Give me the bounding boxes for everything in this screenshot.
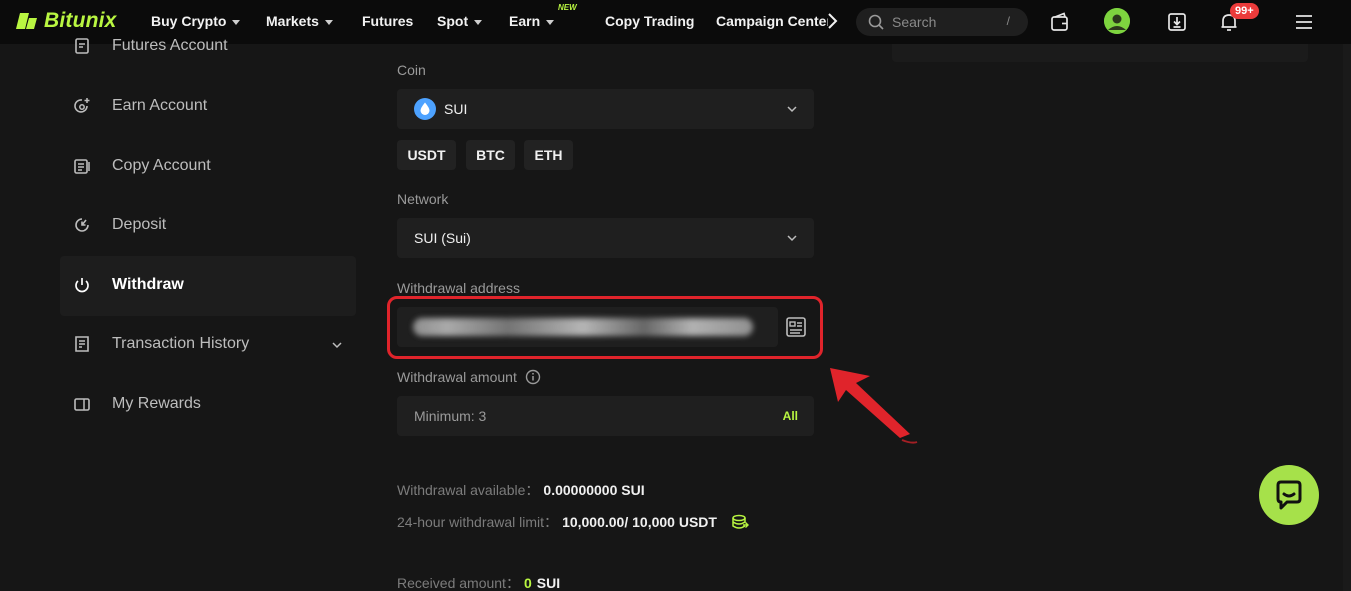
futures-account-icon — [75, 38, 89, 54]
withdrawal-amount-label: Withdrawal amount — [397, 369, 517, 385]
nav-campaign-center[interactable]: Campaign Center — [716, 13, 828, 29]
sidebar-item-label: Withdraw — [112, 276, 184, 293]
info-icon[interactable] — [525, 369, 541, 385]
withdrawal-address-label: Withdrawal address — [397, 280, 520, 296]
sidebar-item-label: Futures Account — [112, 37, 228, 54]
withdrawal-limit-row: 24-hour withdrawal limit： 10,000.00/ 10,… — [397, 512, 749, 532]
sidebar-item-my-rewards[interactable]: My Rewards — [72, 394, 201, 414]
chevron-down-icon — [787, 106, 797, 113]
sidebar-item-withdraw[interactable]: Withdraw — [72, 275, 184, 295]
coin-label: Coin — [397, 62, 426, 78]
sui-coin-icon — [414, 98, 436, 120]
chat-support-button[interactable] — [1259, 465, 1319, 525]
nav-spot[interactable]: Spot — [437, 13, 483, 29]
caret-down-icon — [474, 19, 483, 25]
search-shortcut: / — [1006, 14, 1010, 28]
received-amount-row: Received amount： 0 SUI — [397, 573, 560, 591]
coin-value: SUI — [444, 101, 468, 117]
network-label: Network — [397, 191, 449, 207]
red-arrow-annotation — [830, 368, 918, 444]
copy-account-icon — [74, 159, 90, 174]
available-label: Withdrawal available： — [397, 482, 540, 498]
new-badge: NEW — [558, 3, 577, 12]
chevron-right-icon[interactable] — [826, 12, 840, 30]
page-scrollbar[interactable] — [1343, 44, 1351, 591]
sidebar-item-label: Deposit — [112, 216, 167, 233]
search-box[interactable]: Search / — [856, 8, 1028, 36]
sidebar-item-label: Earn Account — [112, 97, 208, 114]
sidebar-item-transaction-history[interactable]: Transaction History — [72, 334, 249, 354]
my-rewards-icon — [74, 398, 90, 411]
nav-earn[interactable]: Earn — [509, 13, 555, 29]
download-icon[interactable] — [1166, 11, 1188, 33]
available-value: 0.00000000 SUI — [543, 482, 645, 498]
nav-label: Spot — [437, 13, 469, 29]
sidebar-item-label: Copy Account — [112, 157, 211, 174]
user-avatar[interactable] — [1104, 8, 1130, 34]
received-label: Received amount： — [397, 575, 520, 591]
wallet-icon[interactable] — [1049, 11, 1071, 33]
brand-name: Bitunix — [44, 9, 117, 32]
received-value: 0 — [523, 575, 532, 591]
network-select[interactable]: SUI (Sui) — [397, 218, 814, 258]
sidebar-item-deposit[interactable]: Deposit — [72, 215, 166, 235]
limit-value: 10,000.00/ 10,000 USDT — [562, 514, 717, 530]
chat-icon — [1276, 480, 1302, 510]
nav-label: Copy Trading — [605, 13, 695, 29]
network-value: SUI (Sui) — [414, 230, 471, 246]
sidebar-item-label: Transaction History — [112, 335, 250, 352]
bitunix-logo-icon — [16, 13, 37, 29]
avatar-image — [1104, 8, 1130, 34]
highlight-box — [387, 296, 823, 359]
sidebar-item-earn-account[interactable]: Earn Account — [72, 96, 207, 116]
earn-account-icon — [74, 98, 90, 113]
all-button[interactable]: All — [783, 409, 798, 423]
chevron-down-icon — [787, 235, 797, 242]
sidebar-item-label: My Rewards — [112, 395, 201, 412]
nav-label: Earn — [509, 13, 541, 29]
nav-copy-trading[interactable]: Copy Trading — [605, 13, 694, 29]
transaction-history-icon — [75, 336, 89, 352]
nav-futures[interactable]: Futures — [362, 13, 413, 29]
bitunix-logo[interactable]: Bitunix — [16, 9, 117, 33]
quick-coin-eth[interactable]: ETH — [524, 140, 573, 170]
sidebar-item-futures-account[interactable]: Futures Account — [72, 36, 228, 56]
sidebar-item-copy-account[interactable]: Copy Account — [72, 156, 211, 176]
chevron-down-icon[interactable] — [331, 339, 343, 351]
coins-stack-icon[interactable] — [731, 513, 749, 531]
nav-buy-crypto[interactable]: Buy Crypto — [151, 13, 241, 29]
quick-coin-usdt[interactable]: USDT — [397, 140, 456, 170]
nav-label: Markets — [266, 13, 319, 29]
withdrawal-amount-input[interactable]: Minimum: 3 All — [397, 396, 814, 436]
notification-badge: 99+ — [1230, 3, 1259, 19]
nav-markets[interactable]: Markets — [266, 13, 333, 29]
caret-down-icon — [546, 19, 555, 25]
search-placeholder: Search — [892, 14, 937, 30]
caret-down-icon — [324, 19, 333, 25]
limit-label: 24-hour withdrawal limit： — [397, 514, 559, 530]
received-unit: SUI — [536, 575, 561, 591]
coin-select[interactable]: SUI — [397, 89, 814, 129]
deposit-icon — [75, 218, 89, 232]
quick-coin-btc[interactable]: BTC — [466, 140, 515, 170]
nav-label: Buy Crypto — [151, 13, 227, 29]
withdraw-icon — [75, 278, 89, 293]
menu-icon[interactable] — [1293, 11, 1315, 33]
caret-down-icon — [232, 19, 241, 25]
nav-label: Futures — [362, 13, 414, 29]
withdrawal-available-row: Withdrawal available： 0.00000000 SUI — [397, 480, 645, 500]
amount-placeholder: Minimum: 3 — [414, 408, 487, 424]
right-info-panel — [892, 44, 1308, 62]
withdrawal-amount-label-row: Withdrawal amount — [397, 369, 541, 385]
search-icon — [868, 14, 884, 30]
